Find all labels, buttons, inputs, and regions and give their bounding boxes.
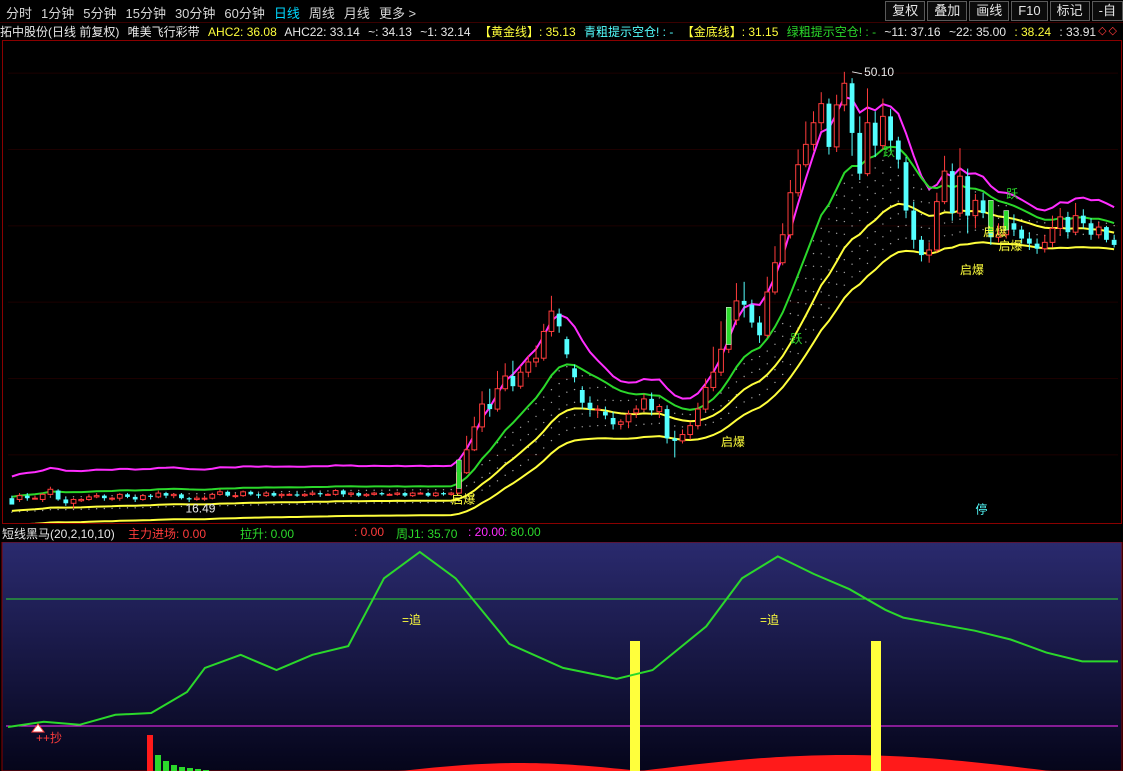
sub-indicator-name[interactable]: 短线黑马(20,2,10,10) <box>2 525 115 542</box>
period-tab-7[interactable]: 周线 <box>309 3 335 22</box>
cyan-hint: 青粗提示空仓! : - <box>584 25 674 39</box>
small-signal-bar <box>171 765 177 771</box>
period-tab-5[interactable]: 60分钟 <box>224 3 264 22</box>
tilde1-value: ~1: 32.14 <box>420 25 471 39</box>
indicator-info-bar: 拓中股份(日线 前复权) 唯美飞行彩带 AHC2: 36.08 AHC22: 3… <box>0 23 1123 40</box>
toolbar-button-1[interactable]: 叠加 <box>927 1 968 21</box>
kdj-subchart[interactable]: =追 =追 ++抄 <box>0 542 1123 771</box>
tilde11-value: ~11: 37.16 <box>884 25 941 39</box>
period-tab-1[interactable]: 1分钟 <box>41 3 74 22</box>
extra-value-1: : 38.24 <box>1014 25 1052 39</box>
lift-value: 拉升: 0.00 <box>240 527 295 541</box>
tilde-value: ~: 34.13 <box>368 25 412 39</box>
main-entry-value: 主力进场: 0.00 <box>128 527 207 541</box>
toolbar-button-0[interactable]: 复权 <box>885 1 926 21</box>
yellow-signal-bar <box>871 641 881 771</box>
zhui-label-1: =追 <box>402 612 421 627</box>
toolbar-button-5[interactable]: -自 <box>1091 1 1123 21</box>
zhui-label-2: =追 <box>760 612 779 627</box>
ahc2-value: AHC2: 36.08 <box>208 25 277 39</box>
period-tab-6[interactable]: 日线 <box>274 3 300 22</box>
small-signal-bar <box>179 767 185 771</box>
period-tab-8[interactable]: 月线 <box>344 3 370 22</box>
chao-label: ++抄 <box>36 731 62 745</box>
toolbar-button-3[interactable]: F10 <box>1011 1 1048 21</box>
toolbar-button-4[interactable]: 标记 <box>1049 1 1090 21</box>
gold-line-value: 【黄金线】: 35.13 <box>478 25 576 39</box>
small-signal-bar <box>147 735 153 771</box>
sub-extra-value: : 0.00 <box>354 525 385 539</box>
small-signal-bar <box>163 761 169 771</box>
subchart-background <box>2 542 1122 771</box>
period-tab-3[interactable]: 15分钟 <box>125 3 165 22</box>
period-tab-0[interactable]: 分时 <box>6 3 32 22</box>
stock-name[interactable]: 拓中股份(日线 前复权) <box>0 25 119 39</box>
ahc22-value: AHC22: 33.14 <box>284 25 360 39</box>
value-20: : 20.00 <box>468 525 505 539</box>
small-signal-bar <box>155 755 161 771</box>
toolbar-button-2[interactable]: 画线 <box>969 1 1010 21</box>
period-tabs: 分时 1分钟 5分钟 15分钟 30分钟 60分钟 日线 周线 月线 更多 > <box>6 3 425 22</box>
main-chart-frame <box>2 40 1122 524</box>
green-hint: 绿粗提示空仓! : - <box>786 25 877 39</box>
indicator-name[interactable]: 唯美飞行彩带 <box>128 25 200 39</box>
toolbar-right-buttons: 复权 叠加 画线 F10 标记 -自 <box>883 1 1123 21</box>
yellow-signal-bar <box>630 641 640 771</box>
weekly-j-value: 周J1: 35.70 <box>396 527 458 541</box>
period-toolbar: 分时 1分钟 5分钟 15分钟 30分钟 60分钟 日线 周线 月线 更多 > 复权 叠加 画线 F10… <box>0 0 1123 23</box>
gold-bottom-value: 【金底线】: 31.15 <box>681 25 779 39</box>
sub-indicator-bar: 短线黑马(20,2,10,10) 主力进场: 0.00 拉升: 0.00 : 0… <box>0 524 1123 542</box>
diamond-icon[interactable]: ◇◇ <box>1098 24 1119 37</box>
period-tab-9[interactable]: 更多 > <box>379 3 416 22</box>
period-tab-2[interactable]: 5分钟 <box>83 3 116 22</box>
period-tab-4[interactable]: 30分钟 <box>175 3 215 22</box>
value-80: : 80.00 <box>504 525 541 539</box>
tilde22-value: ~22: 35.00 <box>948 25 1006 39</box>
extra-value-2: : 33.91 <box>1059 25 1097 39</box>
